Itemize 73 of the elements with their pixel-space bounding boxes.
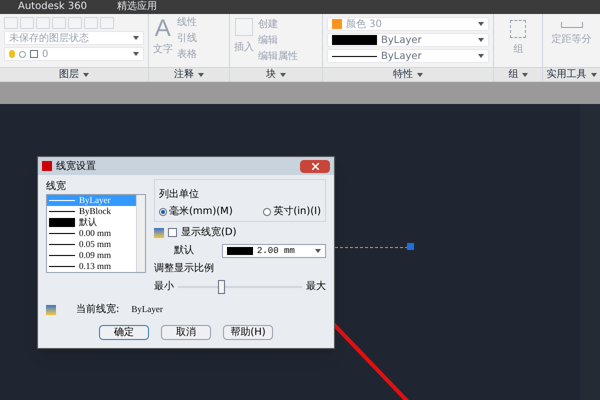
lineweight-swatch [49, 218, 75, 227]
layer-tool-icon[interactable] [84, 17, 98, 29]
line-sample [49, 244, 75, 245]
slider-thumb[interactable] [218, 280, 226, 294]
layer-name: 0 [42, 48, 48, 62]
line-sample [49, 211, 75, 212]
line-sample [49, 266, 75, 267]
line-sample [49, 233, 75, 234]
default-label: 默认 [174, 244, 195, 258]
caret-icon [280, 72, 286, 76]
caret-icon [478, 22, 484, 26]
lineweight-item[interactable]: 0.13 mm [47, 261, 136, 272]
layer-tool-icon[interactable] [68, 17, 82, 29]
lineweight-tool-icon [154, 228, 164, 238]
scale-label: 调整显示比例 [154, 262, 215, 276]
panel-title[interactable]: 特性 [393, 67, 414, 82]
layer-tool-icon[interactable] [20, 17, 34, 29]
caret-icon [315, 248, 321, 252]
app-logo-icon [42, 161, 52, 171]
caret-icon [522, 72, 528, 76]
insert-block-icon[interactable] [235, 18, 254, 36]
min-label: 最小 [154, 280, 174, 294]
lineweight-dropdown[interactable]: ByLayer [327, 33, 490, 47]
current-lineweight-label: 当前线宽: [76, 302, 120, 317]
max-label: 最大 [306, 280, 326, 294]
layer-color-icon[interactable] [30, 50, 38, 58]
menu-item[interactable]: Autodesk 360 [18, 2, 87, 12]
checkbox-label[interactable]: 显示线宽(D) [181, 225, 237, 240]
radio-label[interactable]: 英寸(in)(I) [273, 204, 321, 219]
lineweight-tool-icon [46, 304, 56, 314]
caret-icon [478, 54, 484, 58]
line-sample [49, 200, 75, 201]
layer-tool-icon[interactable] [4, 17, 18, 29]
checkbox[interactable] [168, 228, 177, 237]
menu-item[interactable]: 精选应用 [116, 2, 157, 12]
default-dropdown[interactable]: 2.00 mm [222, 244, 326, 258]
lineweight-item[interactable]: 0.09 mm [47, 250, 136, 261]
current-lineweight-value: ByLayer [131, 302, 163, 316]
close-icon [312, 162, 318, 170]
dialog-button[interactable]: 确定 [99, 325, 149, 340]
lineweight-swatch [227, 246, 253, 254]
layer-tool-icon[interactable] [100, 17, 114, 29]
dialog-title: 线宽设置 [56, 160, 96, 174]
line-sample [49, 255, 75, 256]
caret-icon [132, 52, 139, 56]
scrollbar[interactable] [136, 195, 145, 272]
dialog-button[interactable]: 取消 [161, 325, 211, 340]
caret-icon [82, 72, 89, 76]
lineweight-swatch [332, 35, 377, 45]
close-button[interactable] [300, 160, 330, 172]
group-icon[interactable] [510, 20, 526, 38]
radio-button[interactable] [159, 208, 167, 216]
lineweight-item[interactable]: 默认 [47, 217, 136, 228]
measure-icon[interactable] [560, 22, 583, 28]
grip-square[interactable] [407, 243, 414, 250]
list-label: 线宽 [46, 180, 67, 194]
caret-icon [478, 38, 484, 42]
radio-button[interactable] [263, 208, 272, 216]
lineweight-item[interactable]: 0.05 mm [47, 239, 136, 250]
caret-icon [590, 72, 597, 76]
lineweight-item[interactable]: 0.00 mm [47, 228, 136, 239]
radio-label[interactable]: 毫米(mm)(M) [169, 204, 233, 219]
lineweight-item[interactable]: ByBlock [47, 206, 136, 217]
dialog-button[interactable]: 帮助(H) [223, 325, 273, 340]
layer-tool-icon[interactable] [52, 17, 66, 29]
caret-icon [132, 36, 139, 40]
panel-title[interactable]: 块 [266, 67, 276, 82]
caret-icon [198, 72, 204, 76]
layer-tool-icon[interactable] [36, 17, 50, 29]
panel-title[interactable]: 图层 [58, 67, 79, 82]
units-label: 列出单位 [159, 189, 199, 200]
linetype-dropdown[interactable]: ByLayer [327, 49, 490, 63]
caret-icon [417, 72, 424, 76]
